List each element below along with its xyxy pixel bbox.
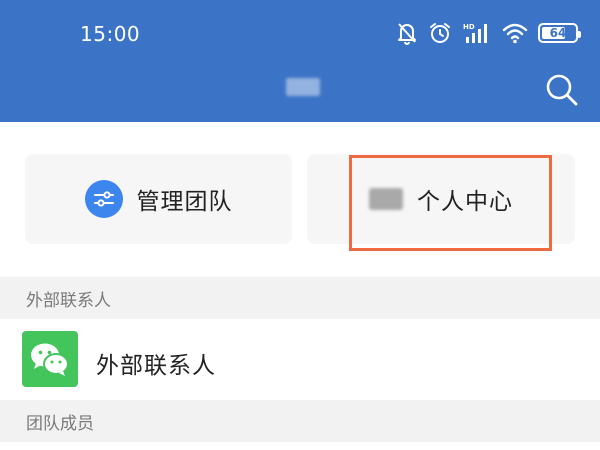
search-icon[interactable]	[544, 72, 580, 108]
wechat-icon	[22, 331, 78, 387]
hd-signal-icon: HD	[463, 23, 487, 43]
battery-level: 64	[549, 26, 567, 40]
wifi-icon	[502, 23, 528, 44]
avatar	[369, 188, 403, 210]
personal-center-label: 个人中心	[417, 189, 513, 215]
manage-team-card[interactable]: 管理团队	[25, 154, 292, 244]
redacted-title	[286, 78, 320, 96]
manage-team-label: 管理团队	[136, 189, 233, 215]
battery-icon: 64	[538, 23, 581, 43]
section-header-team-members: 团队成员	[0, 400, 600, 442]
personal-center-card[interactable]: 个人中心	[307, 154, 575, 244]
mute-bell-icon	[398, 23, 416, 45]
app-header: 15:00 HD 64	[0, 0, 600, 122]
quick-actions: 管理团队 个人中心	[0, 122, 600, 277]
alarm-icon	[430, 23, 450, 43]
external-contacts-label: 外部联系人	[96, 353, 216, 379]
team-settings-icon	[84, 180, 123, 218]
status-icons: HD 64	[396, 18, 581, 48]
list-item-external-contacts[interactable]: 外部联系人	[0, 319, 600, 400]
section-header-external-contacts: 外部联系人	[0, 277, 600, 319]
list-item-partial	[0, 442, 600, 450]
status-time: 15:00	[80, 22, 141, 46]
svg-text:HD: HD	[463, 23, 475, 31]
